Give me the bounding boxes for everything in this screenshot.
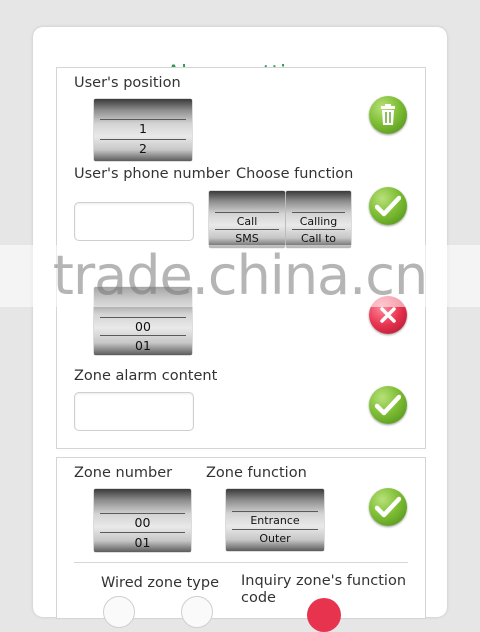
picker-option[interactable]: 00 — [94, 515, 191, 531]
zone-function-picker[interactable]: Entrance Outer — [226, 489, 324, 551]
user-phone-field[interactable] — [74, 202, 194, 241]
zone-divider — [74, 562, 408, 563]
wired-zone-option-b[interactable] — [181, 596, 213, 628]
user-position-label: User's position — [74, 75, 181, 91]
zone-number-picker[interactable]: 00 01 — [94, 489, 191, 552]
wired-zone-type-label: Wired zone type — [101, 575, 220, 591]
picker-option[interactable]: Outer — [226, 531, 324, 547]
confirm-user-button[interactable] — [369, 187, 407, 225]
picker-option[interactable]: 01 — [94, 535, 191, 551]
user-phone-label: User's phone number — [74, 166, 230, 182]
user-position-picker[interactable]: 1 2 — [94, 99, 192, 161]
picker-option[interactable]: 1 — [94, 121, 192, 137]
choose-function-picker-right[interactable]: Calling Call to — [286, 191, 351, 248]
zone-alarm-content-field[interactable] — [74, 392, 194, 431]
picker-option[interactable]: Calling — [286, 214, 351, 230]
inquiry-zone-function-label-cont: code — [241, 590, 276, 606]
wired-zone-option-a[interactable] — [103, 596, 135, 628]
close-icon — [380, 307, 396, 323]
picker-option[interactable]: 01 — [94, 338, 192, 354]
zone-number-label: Zone number — [74, 465, 173, 481]
inquiry-option-button[interactable] — [307, 598, 341, 632]
choose-function-label: Choose function — [236, 166, 354, 182]
picker-option[interactable]: Call — [209, 214, 285, 230]
watermark: trade.china.cn — [0, 245, 480, 307]
zone-panel: Zone number Zone function 00 01 Entrance… — [56, 457, 426, 632]
delete-button[interactable] — [369, 96, 407, 134]
trash-icon — [381, 104, 395, 125]
confirm-zone-button[interactable] — [369, 488, 407, 526]
picker-option[interactable]: 2 — [94, 141, 192, 157]
zone-alarm-content-label: Zone alarm content — [74, 368, 218, 384]
picker-option[interactable]: Entrance — [226, 513, 324, 529]
inquiry-zone-function-label: Inquiry zone's function — [241, 573, 407, 589]
picker-option[interactable]: 00 — [94, 319, 192, 335]
zone-function-label: Zone function — [206, 465, 307, 481]
confirm-zone-content-button[interactable] — [369, 386, 407, 424]
checkmark-icon — [375, 496, 401, 518]
choose-function-picker-left[interactable]: Call SMS — [209, 191, 285, 248]
checkmark-icon — [375, 195, 401, 217]
checkmark-icon — [375, 394, 401, 416]
